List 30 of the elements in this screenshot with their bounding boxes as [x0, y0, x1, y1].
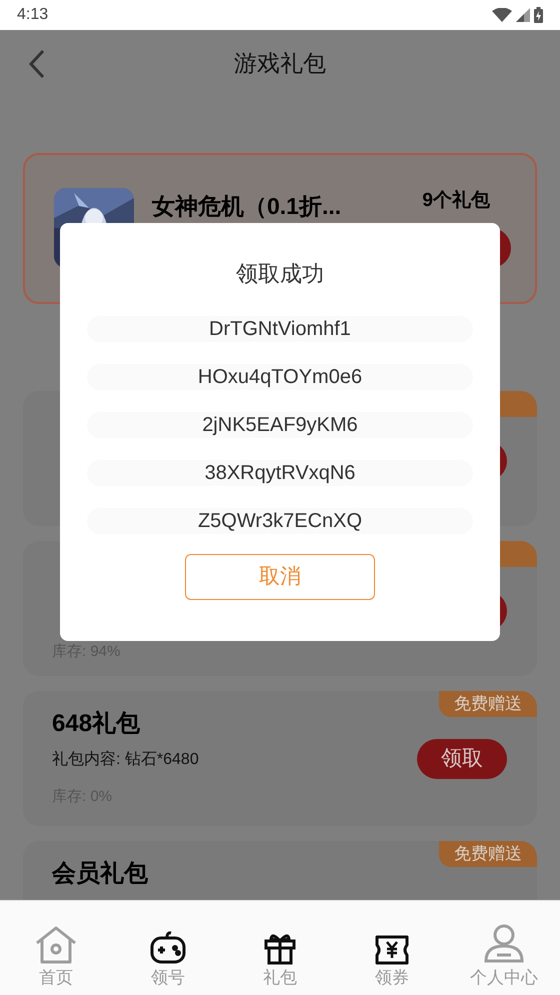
ticket-icon: [375, 935, 409, 965]
claim-button[interactable]: 领取: [417, 739, 507, 779]
gift-title: 648礼包: [52, 709, 140, 739]
free-badge: 免费赠送: [439, 691, 537, 717]
battery-icon: [534, 7, 543, 23]
nav-tab[interactable]: 领号: [118, 911, 218, 989]
gift-code: DrTGNtViomhf1: [87, 316, 473, 342]
page-title: 游戏礼包: [234, 49, 326, 78]
user-icon: [483, 923, 525, 965]
free-badge: 免费赠送: [439, 841, 537, 867]
game-name: 女神危机（0.1折...: [152, 192, 342, 220]
status-time: 4:13: [17, 5, 48, 25]
nav-tab[interactable]: 首页: [6, 911, 106, 989]
dialog-title: 领取成功: [236, 260, 324, 288]
gift-content: 礼包内容: 钻石*6480: [52, 750, 199, 770]
nav-tab[interactable]: 礼包: [230, 911, 330, 989]
cancel-button[interactable]: 取消: [185, 554, 375, 600]
gift-code: Z5QWr3k7ECnXQ: [87, 508, 473, 534]
gift-count: 9个礼包: [422, 188, 490, 213]
gift-title: 会员礼包: [52, 859, 148, 889]
home-icon: [34, 925, 78, 965]
gift-code: 2jNK5EAF9yKM6: [87, 412, 473, 438]
back-icon[interactable]: [28, 48, 46, 78]
nav-tab[interactable]: 领券: [342, 911, 442, 989]
gift-code: 38XRqytRVxqN6: [87, 460, 473, 486]
gift-code: HOxu4qTOYm0e6: [87, 364, 473, 390]
wifi-icon: [492, 8, 512, 22]
signal-icon: [516, 8, 530, 22]
gamepad-icon: [150, 929, 186, 965]
nav-tab[interactable]: 个人中心: [454, 911, 554, 989]
